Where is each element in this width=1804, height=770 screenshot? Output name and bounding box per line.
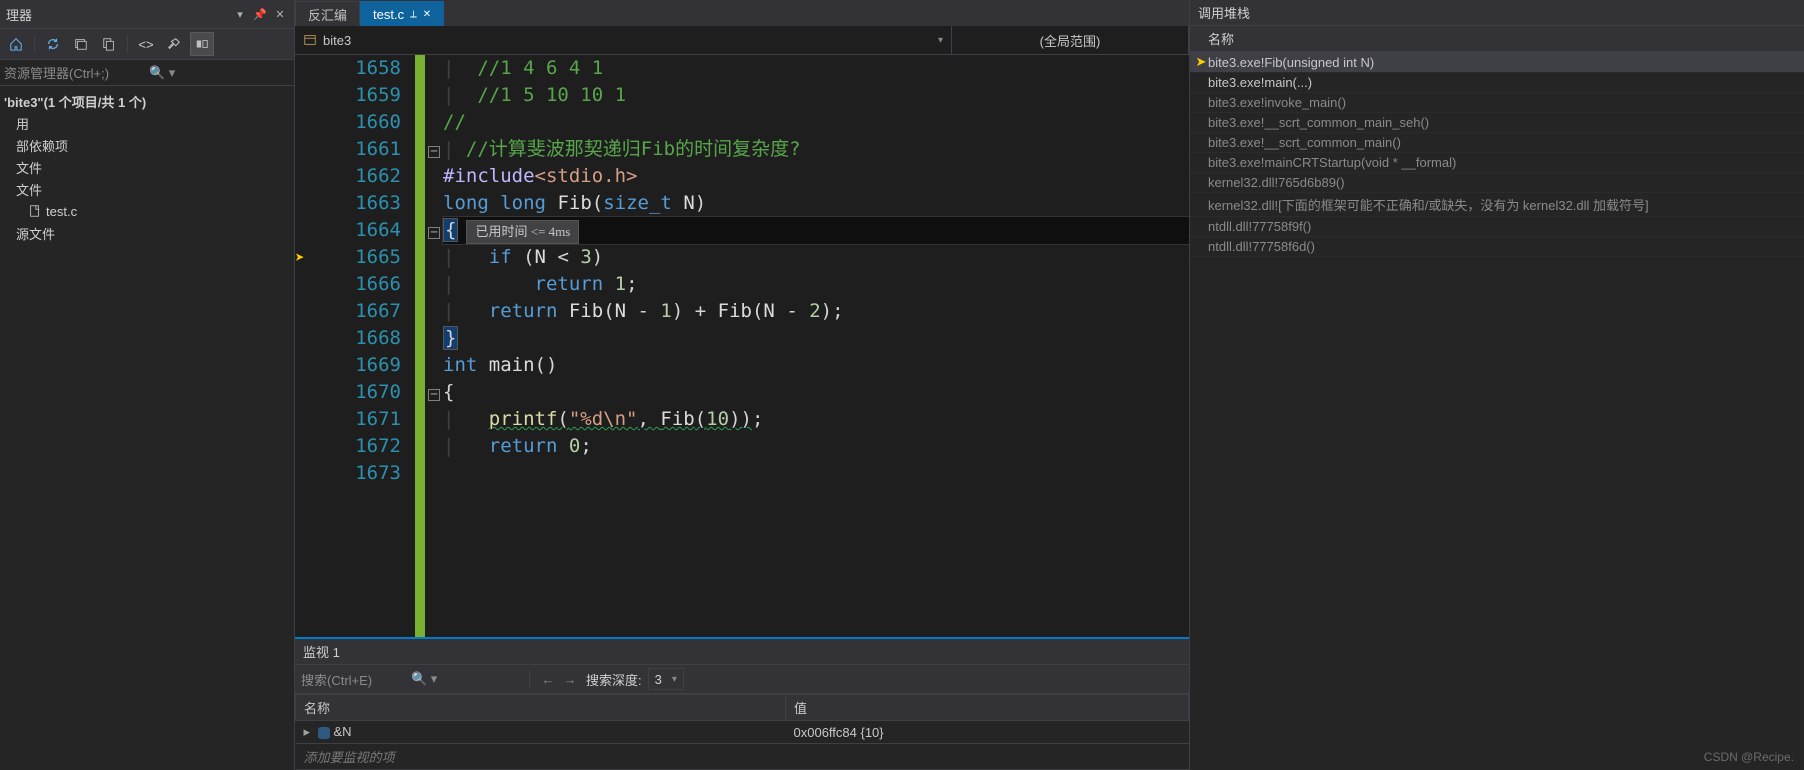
- perf-tooltip: 已用时间 <= 4ms: [466, 220, 579, 244]
- callstack-frame[interactable]: bite3.exe!__scrt_common_main_seh(): [1190, 113, 1804, 133]
- code-line[interactable]: #include<stdio.h>: [443, 163, 1189, 190]
- depth-label: 搜索深度:: [586, 670, 642, 689]
- search-icon: 🔍 ▾: [411, 671, 521, 687]
- callstack-title: 调用堆栈: [1190, 0, 1804, 26]
- watch-search[interactable]: 搜索(Ctrl+E)🔍 ▾: [301, 670, 521, 689]
- solution-toolbar: <>: [0, 29, 294, 60]
- symbol-dropdown[interactable]: bite3▾: [295, 26, 952, 54]
- line-number: 1673: [305, 460, 401, 487]
- code-line[interactable]: {已用时间 <= 4ms: [443, 217, 1189, 244]
- line-number: 1660: [305, 109, 401, 136]
- code-line[interactable]: | //计算斐波那契递归Fib的时间复杂度?: [443, 136, 1189, 163]
- depth-dropdown[interactable]: 3▾: [648, 668, 684, 690]
- tree-item[interactable]: test.c: [0, 200, 294, 222]
- code-line[interactable]: | if (N < 3): [443, 244, 1189, 271]
- line-number: 1659: [305, 82, 401, 109]
- line-number: 1661: [305, 136, 401, 163]
- close-icon[interactable]: ✕: [423, 9, 431, 20]
- callstack-col-name[interactable]: 名称: [1190, 26, 1804, 52]
- prev-arrow-icon[interactable]: ←: [538, 669, 558, 689]
- pin-icon[interactable]: ⟂: [410, 9, 417, 20]
- pin-icon[interactable]: 📌: [252, 6, 268, 22]
- scope-dropdown[interactable]: (全局范围): [952, 26, 1189, 54]
- solution-explorer-header: 理器 ▾ 📌 ✕: [0, 0, 294, 29]
- code-line[interactable]: }: [443, 325, 1189, 352]
- close-icon[interactable]: ✕: [272, 6, 288, 22]
- code-line[interactable]: | //1 4 6 4 1: [443, 55, 1189, 82]
- line-number: 1664: [305, 217, 401, 244]
- view-switch-icon[interactable]: [190, 32, 214, 56]
- callstack-frame[interactable]: bite3.exe!main(...): [1190, 73, 1804, 93]
- tree-item[interactable]: 源文件: [0, 222, 294, 244]
- code-line[interactable]: | return Fib(N - 1) + Fib(N - 2);: [443, 298, 1189, 325]
- code-line[interactable]: | return 1;: [443, 271, 1189, 298]
- dropdown-icon[interactable]: ▾: [232, 6, 248, 22]
- callstack-frame[interactable]: bite3.exe!mainCRTStartup(void * __formal…: [1190, 153, 1804, 173]
- callstack-frame[interactable]: ➤bite3.exe!Fib(unsigned int N): [1190, 52, 1804, 73]
- module-icon: [303, 33, 317, 47]
- solution-search[interactable]: 资源管理器(Ctrl+;) 🔍 ▾: [0, 60, 294, 86]
- properties-icon[interactable]: [162, 32, 186, 56]
- line-number: 1667: [305, 298, 401, 325]
- code-line[interactable]: | printf("%d\n", Fib(10));: [443, 406, 1189, 433]
- show-all-files-icon[interactable]: [97, 32, 121, 56]
- line-number: 1672: [305, 433, 401, 460]
- code-line[interactable]: //: [443, 109, 1189, 136]
- collapse-all-icon[interactable]: [69, 32, 93, 56]
- variable-icon: [318, 727, 330, 739]
- line-number: 1668: [305, 325, 401, 352]
- line-number: 1663: [305, 190, 401, 217]
- tree-item[interactable]: 文件: [0, 178, 294, 200]
- callstack-frame[interactable]: ntdll.dll!77758f6d(): [1190, 237, 1804, 257]
- watermark: CSDN @Recipe.: [1704, 750, 1794, 764]
- watch-col-name[interactable]: 名称: [296, 695, 786, 721]
- code-line[interactable]: {: [443, 379, 1189, 406]
- tab-disassembly[interactable]: 反汇编: [295, 1, 360, 26]
- line-number: 1670: [305, 379, 401, 406]
- tree-item[interactable]: 部依赖项: [0, 134, 294, 156]
- code-view-icon[interactable]: <>: [134, 32, 158, 56]
- next-arrow-icon[interactable]: →: [560, 669, 580, 689]
- line-number: 1666: [305, 271, 401, 298]
- line-number: 1662: [305, 163, 401, 190]
- tree-item[interactable]: 文件: [0, 156, 294, 178]
- line-number: 1658: [305, 55, 401, 82]
- code-line[interactable]: | //1 5 10 10 1: [443, 82, 1189, 109]
- line-number: 1671: [305, 406, 401, 433]
- refresh-icon[interactable]: [41, 32, 65, 56]
- callstack-frame[interactable]: kernel32.dll!765d6b89(): [1190, 173, 1804, 193]
- watch-col-value[interactable]: 值: [786, 695, 1189, 721]
- callstack-frame[interactable]: kernel32.dll![下面的框架可能不正确和/或缺失，没有为 kernel…: [1190, 193, 1804, 217]
- line-number: 1665: [305, 244, 401, 271]
- home-icon[interactable]: [4, 32, 28, 56]
- code-line[interactable]: | return 0;: [443, 433, 1189, 460]
- code-line[interactable]: long long Fib(size_t N): [443, 190, 1189, 217]
- callstack-frame[interactable]: ntdll.dll!77758f9f(): [1190, 217, 1804, 237]
- line-number: 1669: [305, 352, 401, 379]
- watch-panel-title: 监视 1: [295, 639, 1189, 665]
- callstack-frame[interactable]: bite3.exe!invoke_main(): [1190, 93, 1804, 113]
- watch-add-row[interactable]: 添加要监视的项: [296, 744, 1189, 770]
- solution-tree[interactable]: 'bite3"(1 个项目/共 1 个) 用部依赖项文件文件test.c源文件: [0, 86, 294, 248]
- fold-toggle[interactable]: [428, 227, 440, 239]
- tab-testc[interactable]: test.c ⟂ ✕: [360, 1, 444, 26]
- fold-toggle[interactable]: [428, 389, 440, 401]
- watch-row[interactable]: ▸&N0x006ffc84 {10}: [296, 721, 1189, 744]
- code-line[interactable]: int main(): [443, 352, 1189, 379]
- tree-item[interactable]: 用: [0, 112, 294, 134]
- callstack-frame[interactable]: bite3.exe!__scrt_common_main(): [1190, 133, 1804, 153]
- code-editor[interactable]: ➤ 16581659166016611662166316641665166616…: [295, 55, 1189, 637]
- fold-toggle[interactable]: [428, 146, 440, 158]
- solution-node[interactable]: 'bite3"(1 个项目/共 1 个): [0, 90, 294, 112]
- search-icon: 🔍 ▾: [149, 65, 290, 81]
